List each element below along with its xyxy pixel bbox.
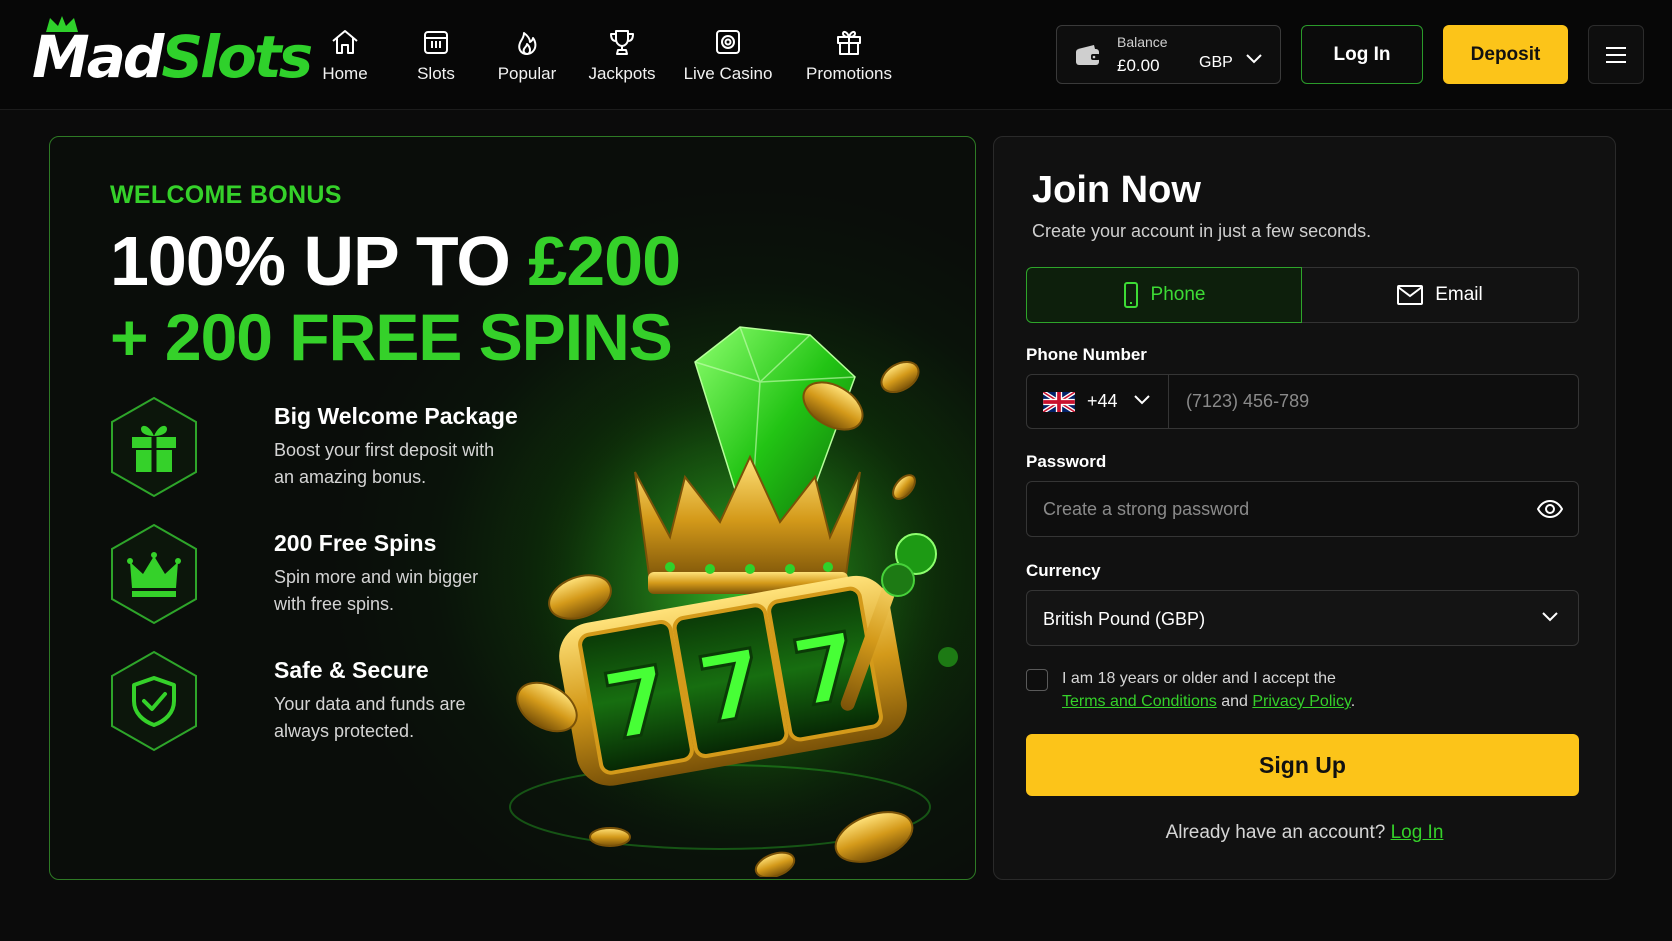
already-account: Already have an account? Log In [994,822,1615,844]
nav-promotions[interactable]: Promotions [784,22,914,92]
feature-welcome-package: Big Welcome Package Boost your first dep… [108,395,518,505]
terms-prefix: I am 18 years or older and I accept the [1062,670,1336,687]
slot-machine-illustration: 7 7 7 [500,326,970,877]
gift-icon [111,396,197,498]
logo-part-slots: Slots [161,23,313,91]
hamburger-menu-icon [1606,46,1626,63]
balance-currency: GBP [1199,54,1233,71]
password-field [1026,481,1579,537]
password-label: Password [1026,452,1107,471]
country-code-value: +44 [1087,391,1118,411]
feature-free-spins: 200 Free Spins Spin more and win bigger … [108,522,488,632]
crown-icon [111,523,197,625]
smartphone-icon [1123,282,1138,308]
tab-phone[interactable]: Phone [1026,267,1302,323]
feature-safe-secure: Safe & Secure Your data and funds are al… [108,649,488,759]
header-login-button[interactable]: Log In [1301,25,1423,84]
signup-subtitle: Create your account in just a few second… [1032,221,1372,241]
phone-number-field: +44 [1026,374,1579,429]
signup-method-tabs: Phone Email [1026,267,1579,323]
bonus-headline-text: 100% UP TO [110,222,529,300]
tab-email-label: Email [1435,284,1483,305]
wallet-icon [1076,45,1100,65]
signup-title: Join Now [1032,169,1201,211]
terms-and: and [1221,693,1248,710]
chevron-down-icon [1246,54,1262,64]
live-camera-icon [716,30,740,54]
privacy-link[interactable]: Privacy Policy [1252,693,1350,710]
currency-select[interactable]: British Pound (GBP) [1026,590,1579,646]
top-header: MadSlots Home Slots Popular Jackpots Liv… [0,0,1672,110]
gift-icon [837,30,861,55]
nav-slots-label: Slots [417,64,455,83]
tab-phone-label: Phone [1150,284,1206,305]
flame-icon [518,32,537,55]
bonus-eyebrow: WELCOME BONUS [110,181,342,209]
uk-flag-icon [1043,392,1075,412]
already-text: Already have an account? [1165,822,1386,843]
logo-part-mad: Mad [32,23,164,91]
country-code-select[interactable]: +44 [1027,375,1169,428]
nav-jackpots-label: Jackpots [588,64,656,83]
home-icon [332,30,358,54]
balance-label: Balance [1117,34,1168,50]
phone-input[interactable] [1170,375,1578,428]
nav-popular[interactable]: Popular [482,22,572,92]
nav-jackpots[interactable]: Jackpots [572,22,672,92]
envelope-icon [1397,285,1424,305]
balance-selector[interactable]: Balance £0.00 GBP [1056,25,1281,84]
nav-live-casino-label: Live Casino [683,64,773,83]
phone-number-label: Phone Number [1026,345,1147,364]
eye-icon[interactable] [1537,499,1563,519]
shield-check-icon [111,650,197,752]
currency-value: British Pound (GBP) [1043,609,1206,629]
currency-label: Currency [1026,561,1101,580]
nav-popular-label: Popular [497,64,557,83]
feature-title: 200 Free Spins [274,530,437,556]
signup-panel: Join Now Create your account in just a f… [993,136,1616,880]
tab-email[interactable]: Email [1302,267,1579,323]
terms-text: I am 18 years or older and I accept the … [1062,667,1562,713]
nav-promotions-label: Promotions [806,64,892,83]
welcome-bonus-panel: WELCOME BONUS 100% UP TO £200 + 200 FREE… [49,136,976,880]
deposit-button[interactable]: Deposit [1443,25,1568,84]
chevron-down-icon [1134,395,1150,405]
madslots-logo[interactable]: MadSlots [32,14,313,94]
terms-link[interactable]: Terms and Conditions [1062,693,1217,710]
terms-checkbox[interactable] [1026,669,1048,691]
nav-home[interactable]: Home [300,22,390,92]
feature-title: Safe & Secure [274,657,429,683]
menu-button[interactable] [1588,25,1644,84]
sign-up-button[interactable]: Sign Up [1026,734,1579,796]
password-input[interactable] [1027,482,1507,536]
chevron-down-icon [1542,612,1558,622]
main-nav: Home Slots Popular Jackpots Live Casino … [300,22,914,92]
nav-slots[interactable]: Slots [390,22,482,92]
terms-suffix: . [1350,693,1356,710]
logo-wordmark: MadSlots [32,22,313,92]
trophy-icon [610,30,634,55]
footer-login-link[interactable]: Log In [1391,822,1444,843]
nav-live-casino[interactable]: Live Casino [672,22,784,92]
nav-home-label: Home [322,64,368,83]
balance-value: £0.00 [1117,56,1160,75]
slot-machine-icon [424,31,448,54]
